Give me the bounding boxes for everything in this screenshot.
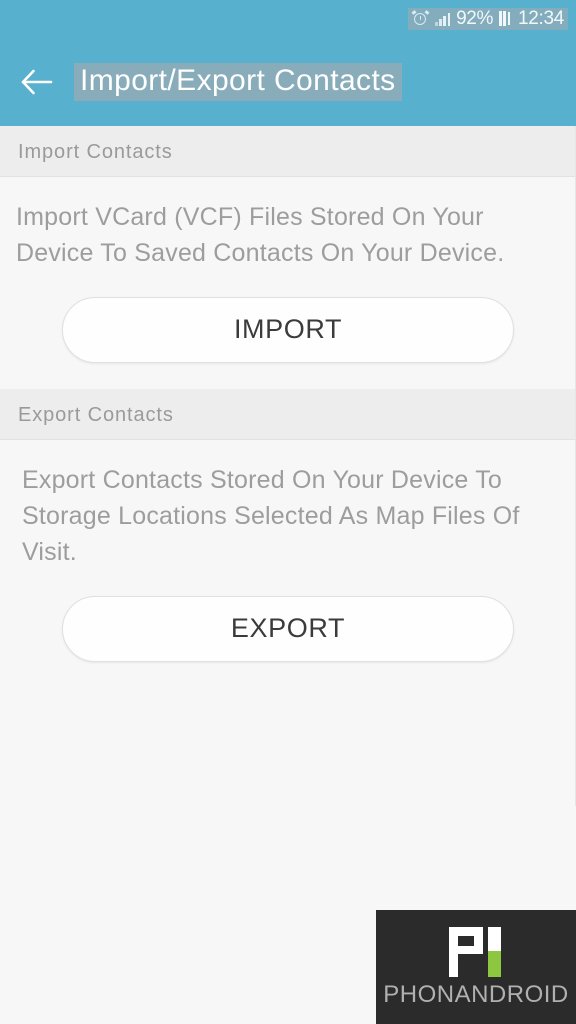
watermark-brand-label: PHONANDROID (383, 981, 569, 1008)
back-arrow-icon (20, 68, 54, 96)
section-header-export-label: Export Contacts (18, 404, 174, 426)
phonandroid-logo-icon (445, 927, 507, 977)
section-header-import-label: Import Contacts (18, 141, 173, 163)
watermark: PHONANDROID (376, 910, 576, 1024)
battery-percent-label: 92% (456, 8, 493, 29)
signal-bars-icon (435, 12, 451, 26)
back-button[interactable] (14, 59, 60, 105)
import-button[interactable]: IMPORT (62, 297, 514, 363)
phone-screen: 92% 12:34 Import/Export Contacts Import … (0, 0, 576, 1024)
section-body-import: Import VCard (VCF) Files Stored On Your … (0, 177, 576, 389)
status-bar: 92% 12:34 (0, 0, 576, 38)
alarm-clock-icon (411, 10, 430, 27)
status-icons-cluster: 92% 12:34 (408, 8, 568, 30)
page-title: Import/Export Contacts (74, 62, 402, 102)
clock-label: 12:34 (517, 8, 564, 29)
export-button[interactable]: EXPORT (62, 596, 514, 662)
app-bar: Import/Export Contacts (0, 38, 576, 126)
import-description: Import VCard (VCF) Files Stored On Your … (16, 203, 505, 267)
section-header-export: Export Contacts (0, 389, 576, 440)
section-header-import: Import Contacts (0, 126, 576, 177)
export-description: Export Contacts Stored On Your Device To… (22, 466, 520, 566)
section-body-export: Export Contacts Stored On Your Device To… (0, 440, 576, 688)
battery-icon (498, 11, 510, 26)
